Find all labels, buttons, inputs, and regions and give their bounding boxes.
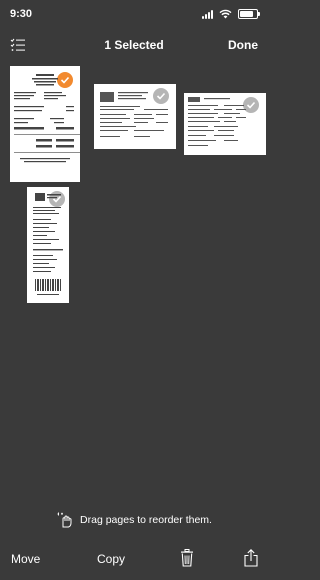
- copy-button[interactable]: Copy: [97, 552, 125, 566]
- receipt-image: [188, 97, 246, 146]
- page-thumbnail-1[interactable]: [10, 66, 80, 182]
- receipt-image: [33, 193, 63, 295]
- page-thumbnail-3[interactable]: [184, 93, 266, 155]
- done-button[interactable]: Done: [228, 38, 258, 52]
- move-button[interactable]: Move: [11, 552, 40, 566]
- status-icons: [202, 9, 260, 19]
- nav-bar: 1 Selected Done: [0, 30, 268, 60]
- trash-icon[interactable]: [180, 549, 194, 567]
- cellular-signal-icon: [202, 9, 213, 19]
- status-time: 9:30: [10, 8, 33, 20]
- receipt-image: [14, 74, 80, 163]
- battery-icon: [238, 9, 260, 19]
- reorder-hint: Drag pages to reorder them.: [0, 512, 268, 531]
- drag-hand-icon: [57, 512, 72, 528]
- bottom-toolbar: Move Copy: [0, 534, 268, 580]
- share-icon[interactable]: [244, 549, 258, 567]
- receipt-image: [100, 92, 168, 137]
- page-thumbnail-2[interactable]: [94, 84, 176, 149]
- page-thumbnail-4[interactable]: [27, 187, 69, 303]
- wifi-icon: [219, 9, 232, 19]
- hint-text: Drag pages to reorder them.: [80, 514, 212, 526]
- status-bar: 9:30: [0, 0, 268, 30]
